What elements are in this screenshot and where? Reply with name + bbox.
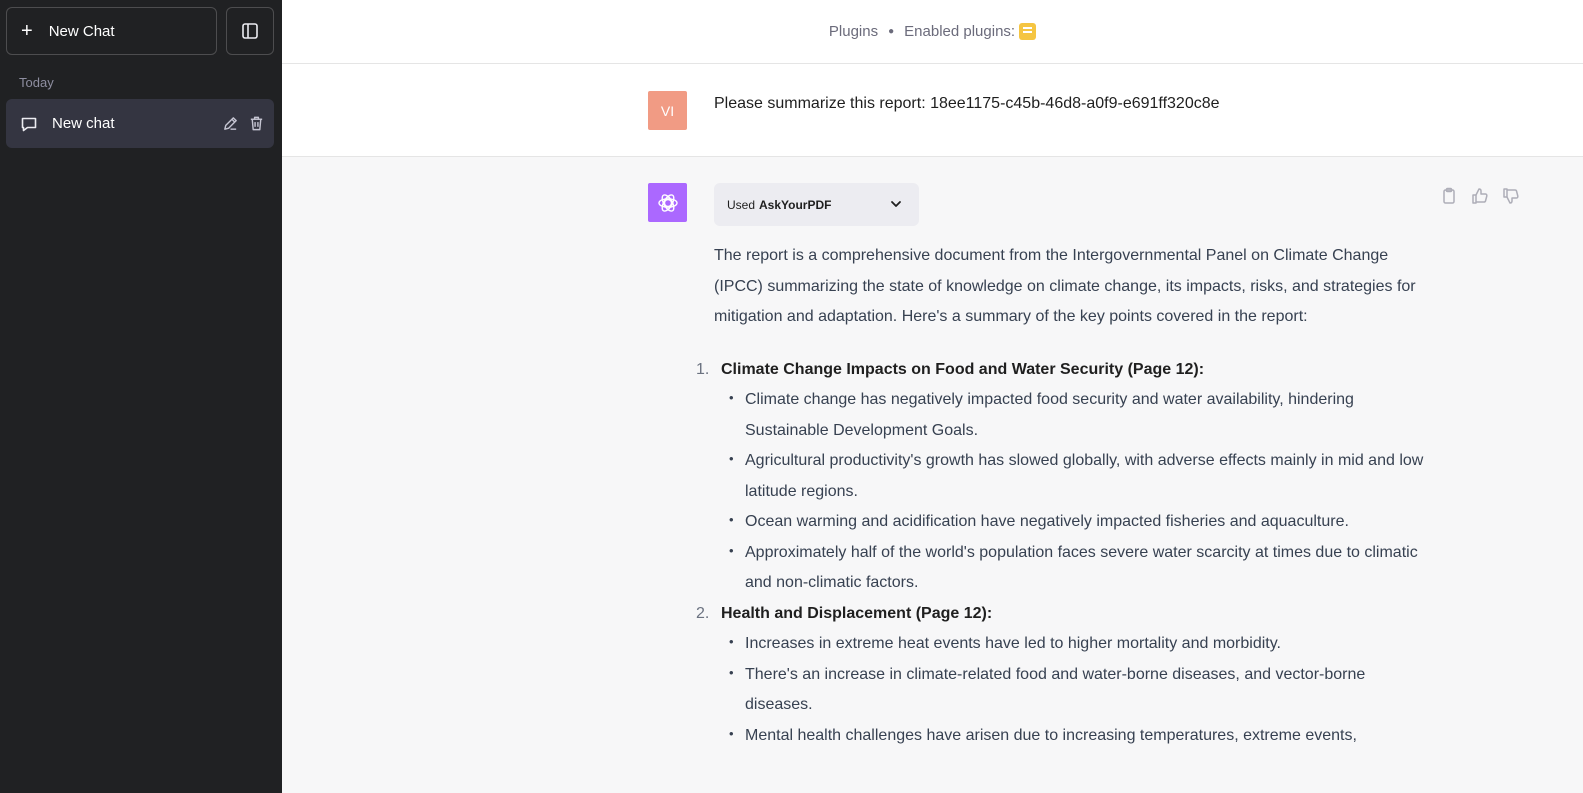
enabled-plugins-label: Enabled plugins:: [904, 23, 1016, 40]
sidebar-toggle-icon: [241, 22, 259, 40]
thumbs-up-icon[interactable]: [1471, 187, 1489, 205]
item-number: 2.: [696, 604, 710, 622]
askyourpdf-plugin-icon: [1019, 23, 1037, 40]
bullet-item: Ocean warming and acidification have neg…: [727, 505, 1434, 538]
bullet-item: Mental health challenges have arisen due…: [727, 719, 1434, 752]
chevron-down-icon: [889, 197, 903, 214]
message-icon: [20, 115, 38, 133]
thumbs-down-icon[interactable]: [1502, 187, 1520, 205]
bullet-item: Approximately half of the world's popula…: [727, 536, 1434, 599]
item-heading: Health and Displacement (Page 12):: [721, 604, 993, 622]
plugin-name: AskYourPDF: [759, 197, 832, 212]
sidebar-chat-item[interactable]: New chat: [6, 99, 274, 148]
bullet-item: Increases in extreme heat events have le…: [727, 627, 1434, 660]
new-chat-button[interactable]: + New Chat: [6, 7, 217, 55]
bullet-item: Climate change has negatively impacted f…: [727, 383, 1434, 446]
list-item: 1. Climate Change Impacts on Food and Wa…: [696, 355, 1434, 599]
openai-logo-icon: [648, 183, 687, 222]
pencil-icon[interactable]: [222, 115, 239, 132]
main-content: Plugins ● Enabled plugins: VI Please sum…: [282, 0, 1583, 793]
sidebar: + New Chat Today New chat: [0, 0, 282, 793]
trash-icon[interactable]: [248, 115, 265, 132]
separator-dot: ●: [888, 26, 895, 37]
history-section-label: Today: [19, 75, 54, 90]
plus-icon: +: [21, 20, 33, 42]
user-message: VI Please summarize this report: 18ee117…: [282, 64, 1583, 157]
list-item: 2. Health and Displacement (Page 12): In…: [696, 599, 1434, 752]
top-bar: Plugins ● Enabled plugins:: [282, 0, 1583, 64]
plugin-used-toggle[interactable]: Used AskYourPDF: [714, 183, 919, 226]
answer-intro: The report is a comprehensive document f…: [714, 247, 1416, 325]
bullet-list: Climate change has negatively impacted f…: [727, 383, 1434, 599]
summary-list: 1. Climate Change Impacts on Food and Wa…: [696, 355, 1434, 752]
item-heading: Climate Change Impacts on Food and Water…: [721, 360, 1205, 378]
bullet-item: Agricultural productivity's growth has s…: [727, 444, 1434, 507]
assistant-message: Used AskYourPDF The report is a comprehe…: [282, 157, 1583, 793]
mode-label: Plugins: [828, 23, 879, 40]
message-actions: [1440, 187, 1520, 205]
plugin-used-prefix: Used: [727, 197, 756, 212]
new-chat-label: New Chat: [48, 22, 115, 40]
assistant-answer: The report is a comprehensive document f…: [696, 241, 1434, 751]
avatar: VI: [648, 91, 687, 130]
chat-item-label: New chat: [52, 115, 115, 132]
item-number: 1.: [696, 360, 710, 378]
bullet-list: Increases in extreme heat events have le…: [727, 627, 1434, 752]
bullet-item: There's an increase in climate-related f…: [727, 658, 1434, 721]
clipboard-icon[interactable]: [1440, 187, 1458, 205]
user-message-text: Please summarize this report: 18ee1175-c…: [714, 95, 1220, 112]
sidebar-toggle-button[interactable]: [226, 7, 274, 55]
